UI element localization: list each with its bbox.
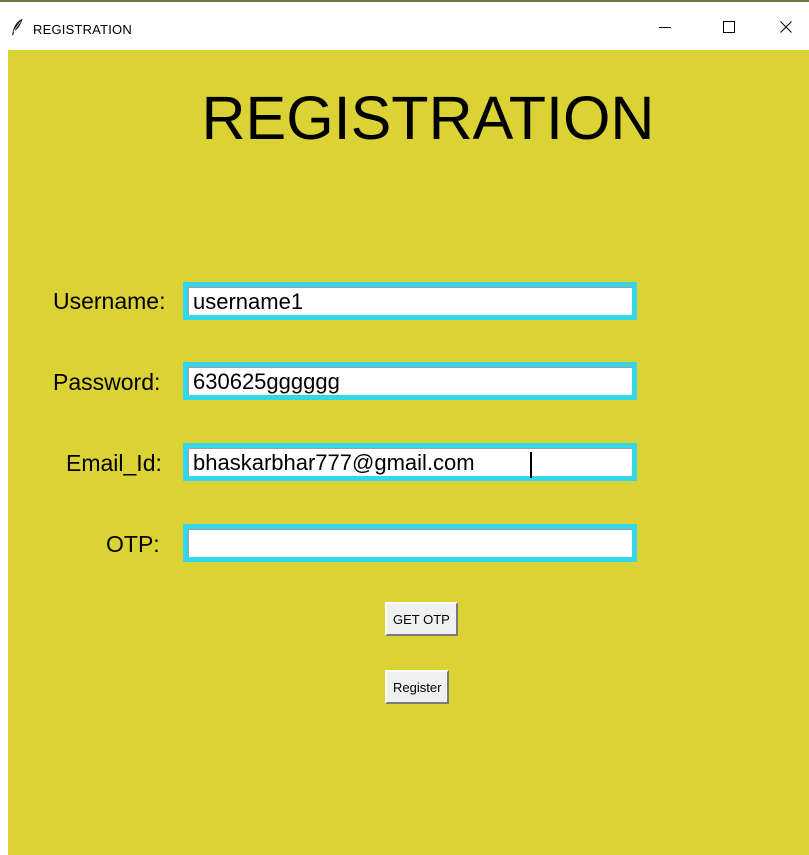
minimize-icon [659,27,671,28]
password-field-frame [183,362,637,400]
title-bar[interactable]: REGISTRATION [0,2,809,50]
otp-label: OTP: [106,531,160,557]
get-otp-button[interactable]: GET OTP [385,602,458,636]
text-cursor [530,452,532,478]
register-button[interactable]: Register [385,670,450,704]
window-title: REGISTRATION [33,22,132,37]
close-button[interactable] [763,4,809,50]
form-area: REGISTRATION Username: Password: Email_I… [8,50,809,855]
email-field-frame [183,443,637,481]
otp-input[interactable] [188,529,632,557]
maximize-icon [723,21,735,33]
email-label: Email_Id: [66,450,162,476]
username-field-frame [183,282,637,320]
page-title: REGISTRATION [201,84,655,152]
username-label: Username: [53,288,166,314]
otp-field-frame [183,524,637,562]
maximize-button[interactable] [706,4,752,50]
password-label: Password: [53,369,161,395]
minimize-button[interactable] [642,4,688,50]
username-input[interactable] [188,287,632,315]
password-input[interactable] [188,367,632,395]
feather-icon [12,18,23,36]
email-input[interactable] [188,448,632,476]
registration-window: REGISTRATION REGISTRATION Username: Pass… [0,0,809,855]
close-icon [780,21,792,33]
